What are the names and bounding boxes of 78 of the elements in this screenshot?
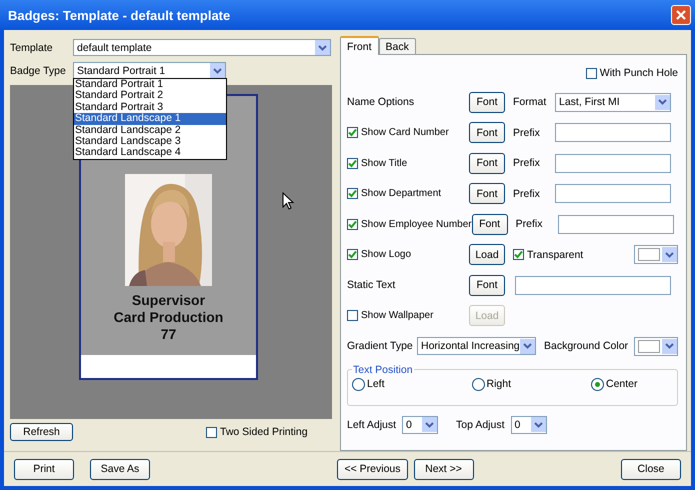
footer-button[interactable]: Print [14,458,74,480]
checkbox-label: Show Title [361,158,408,169]
checkbox[interactable] [586,68,597,78]
tab[interactable]: Front [340,36,379,55]
field-label: Gradient Type [347,340,414,352]
checkbox[interactable] [513,249,524,260]
dropdown-option[interactable]: Standard Landscape 2 [74,124,226,136]
number-dropdown[interactable]: 0 [510,416,546,434]
field-label: Prefix [513,188,541,200]
checkbox-label: Show Employee Number [361,218,472,230]
group-title: Text Position [352,364,414,376]
checkbox-label: Show Department [361,188,442,200]
badge-text: Supervisor [132,292,206,309]
close-button[interactable]: Close [620,458,681,480]
nav-button[interactable]: << Previous [337,458,408,480]
field-label: Prefix [516,218,544,230]
checkbox-label: Show Logo [361,249,412,260]
radio-label: Center [606,378,638,390]
checkbox[interactable] [206,426,217,438]
checkbox-label: With Punch Hole [600,67,678,79]
radio-button[interactable] [591,378,604,390]
prefix-field[interactable] [558,214,674,234]
prefix-field[interactable] [555,154,671,173]
field-label: Format [513,96,548,108]
format-dropdown[interactable]: Last, First MI [555,92,671,112]
load-button[interactable]: Load [469,244,505,266]
dropdown-option[interactable]: Standard Landscape 1 [74,113,226,125]
badge-text: Card Production [114,309,224,326]
mouse-cursor-icon [282,192,294,210]
radio-label: Right [486,378,512,390]
prefix-field[interactable] [555,184,671,204]
radio-label: Left [367,378,385,390]
radio-button[interactable] [352,378,365,390]
tab[interactable]: Back [378,38,416,54]
close-icon[interactable] [671,5,691,25]
color-dropdown[interactable] [634,336,678,356]
checkbox[interactable] [347,158,358,169]
field-label: Template [10,42,54,54]
footer-button[interactable]: Save As [90,458,150,480]
checkbox[interactable] [347,249,358,260]
option-label: Static Text [347,279,396,292]
color-dropdown[interactable] [634,245,678,264]
dropdown-option[interactable]: Standard Landscape 4 [74,147,226,159]
badge-type-dropdown[interactable]: Standard Portrait 1 [73,62,226,79]
font-button[interactable]: Font [472,214,508,235]
template-dropdown[interactable]: default template [73,39,331,56]
field-label: Prefix [513,126,541,139]
font-button[interactable]: Font [469,122,505,144]
static-text-field[interactable] [515,276,671,295]
field-label: Top Adjust [456,418,504,431]
field-label: Left Adjust [347,418,396,431]
checkbox-label: Transparent [527,248,584,261]
field-label: Prefix [513,157,541,170]
font-button[interactable]: Font [469,92,505,113]
font-button[interactable]: Font [469,183,505,204]
refresh-button[interactable]: Refresh [10,423,73,441]
gradient-type-dropdown[interactable]: Horizontal Increasing [417,337,536,356]
option-label: Name Options [347,96,416,108]
checkbox-label: Show Wallpaper [361,310,434,322]
font-button[interactable]: Font [469,274,505,296]
nav-button[interactable]: Next >> [414,458,474,480]
checkbox[interactable] [347,127,358,138]
window-title: Badges: Template - default template [8,8,230,22]
badge-text: 77 [160,326,176,343]
checkbox-label: Show Card Number [361,127,449,138]
dropdown-option[interactable]: Standard Portrait 2 [74,90,226,102]
font-button[interactable]: Font [469,152,505,174]
checkbox[interactable] [347,188,358,200]
dropdown-option[interactable]: Standard Landscape 3 [74,136,226,148]
prefix-field[interactable] [555,123,671,142]
dropdown-option[interactable]: Standard Portrait 1 [74,79,226,90]
field-label: Background Color [544,340,628,352]
field-label: Badge Type [10,64,67,76]
dropdown-option[interactable]: Standard Portrait 3 [74,102,226,114]
radio-button[interactable] [472,378,484,390]
checkbox[interactable] [347,218,358,230]
number-dropdown[interactable]: 0 [402,416,438,434]
checkbox-label: Two Sided Printing [220,426,308,438]
